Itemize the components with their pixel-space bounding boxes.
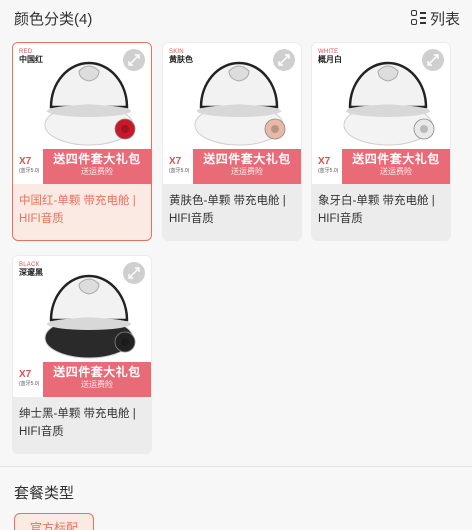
list-view-label: 列表: [429, 10, 460, 28]
color-tag: WHITE 概月白: [318, 49, 342, 64]
color-tag-cn: 概月白: [318, 55, 342, 64]
list-view-icon: [410, 10, 427, 26]
promo-banner: 送四件套大礼包 送运费险: [43, 362, 151, 397]
zoom-button[interactable]: [273, 49, 295, 71]
color-tag: SKIN 黄肤色: [169, 49, 193, 64]
color-tag-cn: 黄肤色: [169, 55, 193, 64]
section-divider: [0, 466, 472, 467]
model-mark: X7 (蓝牙5.0): [19, 370, 39, 387]
color-section-title: 颜色分类(4): [14, 10, 93, 28]
promo-sub: 送运费险: [231, 167, 263, 176]
variant-name: 黄肤色-单颗 带充电舱 | HIFI音质: [169, 195, 286, 225]
variant-thumbnail: WHITE 概月白 X7 (蓝牙5.0) 送四件套大礼包 送运费险: [312, 43, 450, 184]
package-option-chip[interactable]: 官方标配: [14, 513, 94, 530]
variant-thumbnail: RED 中国红 X7 (蓝牙5.0) 送四件套大礼包 送运费险: [13, 43, 151, 184]
model-name: X7: [318, 156, 331, 167]
variant-name: 中国红-单颗 带充电舱 | HIFI音质: [19, 195, 136, 225]
promo-sub: 送运费险: [380, 167, 412, 176]
earbud-case-image: [44, 274, 136, 359]
model-mark: X7 (蓝牙5.0): [19, 157, 39, 174]
promo-banner: 送四件套大礼包 送运费险: [193, 149, 301, 184]
zoom-button[interactable]: [123, 262, 145, 284]
model-version: (蓝牙5.0): [169, 168, 190, 174]
color-tag-cn: 深邃黑: [19, 268, 43, 277]
earbud-case-image: [44, 61, 136, 146]
earbud-case-image: [194, 61, 286, 146]
color-variant-card[interactable]: RED 中国红 X7 (蓝牙5.0) 送四件套大礼包 送运费险 中国红-单颗 带…: [12, 42, 152, 241]
model-version: (蓝牙5.0): [318, 168, 339, 174]
list-view-toggle[interactable]: 列表: [410, 8, 460, 29]
model-name: X7: [169, 156, 182, 167]
model-name: X7: [19, 369, 32, 380]
promo-sub: 送运费险: [81, 380, 113, 389]
expand-icon: [128, 54, 140, 66]
variant-name: 绅士黑-单颗 带充电舱 | HIFI音质: [19, 408, 136, 438]
model-version: (蓝牙5.0): [19, 381, 40, 387]
color-variant-card[interactable]: WHITE 概月白 X7 (蓝牙5.0) 送四件套大礼包 送运费险 象牙白-单颗…: [311, 42, 451, 241]
color-section-header: 颜色分类(4) 列表: [14, 6, 460, 30]
color-variant-card[interactable]: BLACK 深邃黑 X7 (蓝牙5.0) 送四件套大礼包 送运费险 绅士黑-单颗…: [12, 255, 152, 454]
earbud-case-image: [343, 61, 435, 146]
variant-name: 象牙白-单颗 带充电舱 | HIFI音质: [318, 195, 435, 225]
zoom-button[interactable]: [123, 49, 145, 71]
expand-icon: [278, 54, 290, 66]
color-variant-card[interactable]: SKIN 黄肤色 X7 (蓝牙5.0) 送四件套大礼包 送运费险 黄肤色-单颗 …: [162, 42, 302, 241]
variant-thumbnail: SKIN 黄肤色 X7 (蓝牙5.0) 送四件套大礼包 送运费险: [163, 43, 301, 184]
promo-main: 送四件套大礼包: [53, 152, 141, 166]
expand-icon: [427, 54, 439, 66]
color-tag: BLACK 深邃黑: [19, 262, 43, 277]
zoom-button[interactable]: [422, 49, 444, 71]
model-name: X7: [19, 156, 32, 167]
promo-main: 送四件套大礼包: [352, 152, 440, 166]
promo-banner: 送四件套大礼包 送运费险: [43, 149, 151, 184]
variant-thumbnail: BLACK 深邃黑 X7 (蓝牙5.0) 送四件套大礼包 送运费险: [13, 256, 151, 397]
model-mark: X7 (蓝牙5.0): [318, 157, 338, 174]
color-tag-cn: 中国红: [19, 55, 43, 64]
model-version: (蓝牙5.0): [19, 168, 40, 174]
expand-icon: [128, 267, 140, 279]
promo-sub: 送运费险: [81, 167, 113, 176]
promo-main: 送四件套大礼包: [203, 152, 291, 166]
promo-main: 送四件套大礼包: [53, 365, 141, 379]
package-section-title: 套餐类型: [14, 485, 75, 502]
color-tag: RED 中国红: [19, 49, 43, 64]
model-mark: X7 (蓝牙5.0): [169, 157, 189, 174]
promo-banner: 送四件套大礼包 送运费险: [342, 149, 450, 184]
